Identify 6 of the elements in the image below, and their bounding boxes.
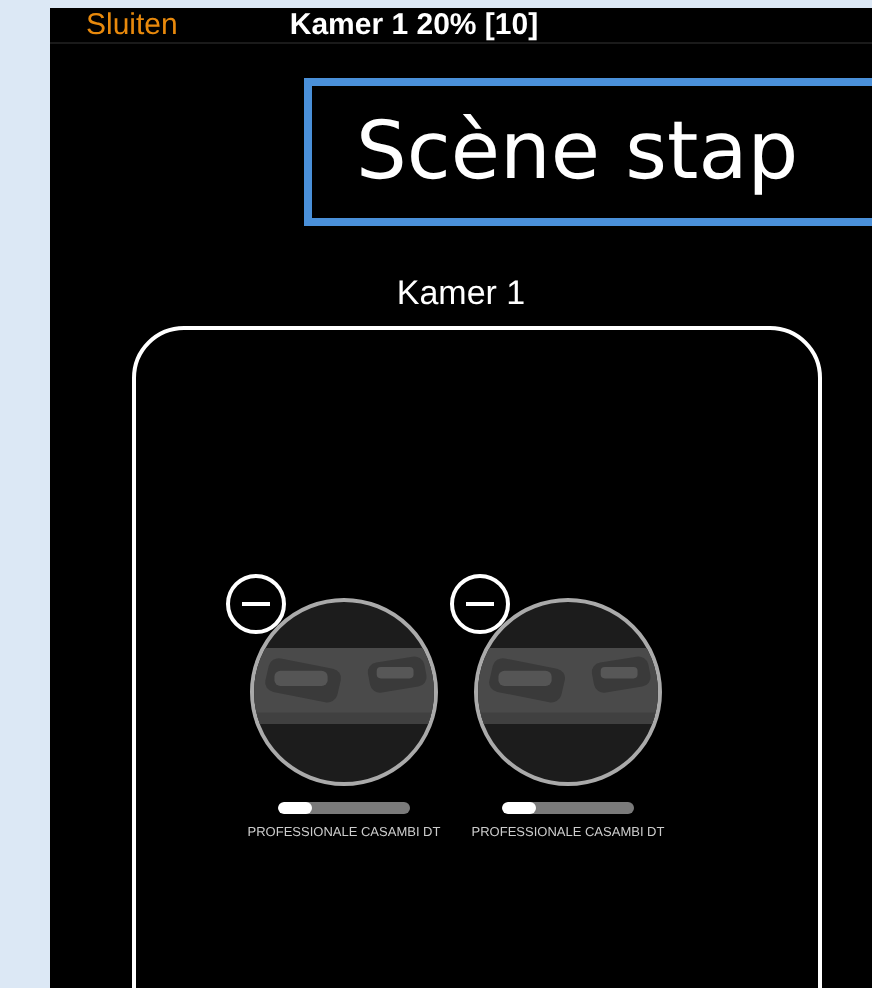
window-title: Kamer 1 20% [10] — [289, 8, 539, 42]
remove-button[interactable] — [450, 574, 510, 634]
remove-button[interactable] — [226, 574, 286, 634]
scene-title-field[interactable]: Scène stap — [304, 78, 872, 226]
close-button[interactable]: Sluiten — [86, 8, 178, 42]
room-name: Kamer 1 — [394, 274, 528, 314]
